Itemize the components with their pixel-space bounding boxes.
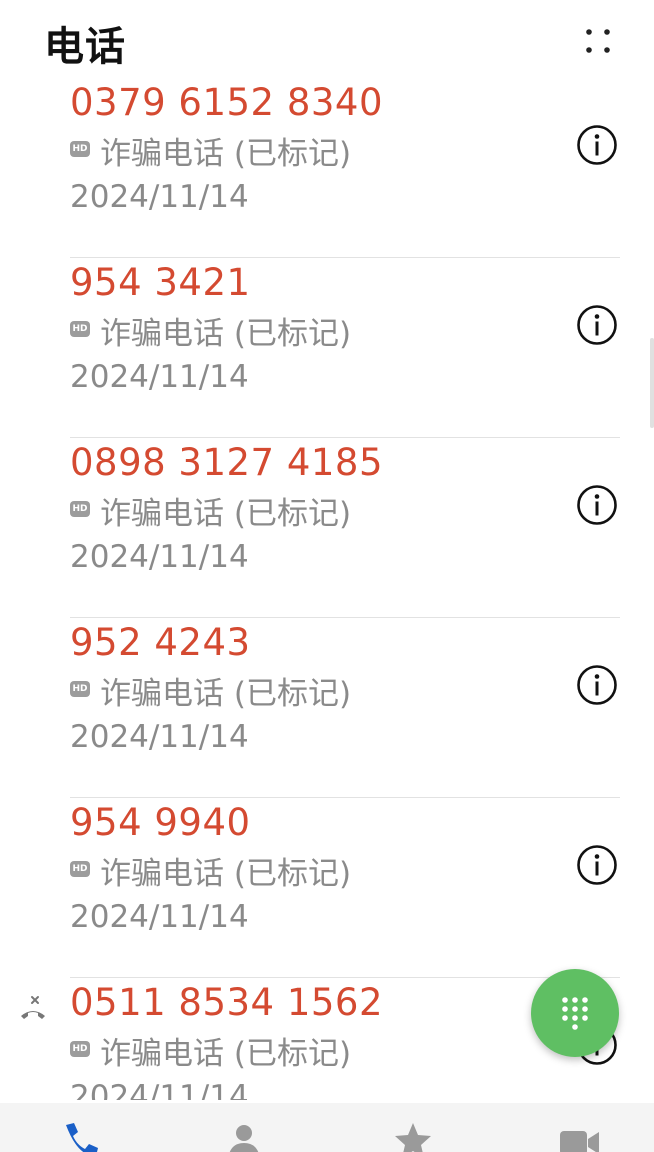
hd-badge: HD (70, 501, 90, 517)
call-log-item[interactable]: 0898 3127 4185 HD 诈骗电话 (已标记) 2024/11/14 (0, 438, 654, 618)
phone-number: 0379 6152 8340 (70, 81, 384, 124)
hd-badge: HD (70, 681, 90, 697)
call-log-item[interactable]: 952 4243 HD 诈骗电话 (已标记) 2024/11/14 (0, 618, 654, 798)
info-icon[interactable] (575, 123, 619, 167)
dialpad-icon (562, 997, 588, 1030)
dialpad-button[interactable] (531, 969, 619, 1057)
info-icon[interactable] (575, 483, 619, 527)
call-date: 2024/11/14 (70, 899, 249, 935)
phone-number: 954 3421 (70, 261, 251, 304)
call-date: 2024/11/14 (70, 179, 249, 215)
more-dots-icon[interactable] (576, 20, 620, 64)
call-label: 诈骗电话 (已标记) (100, 676, 352, 712)
hd-badge: HD (70, 861, 90, 877)
missed-call-icon (18, 994, 48, 1024)
call-date: 2024/11/14 (70, 719, 249, 755)
phone-number: 0898 3127 4185 (70, 441, 384, 484)
video-call-icon[interactable] (557, 1119, 601, 1152)
hd-badge: HD (70, 1041, 90, 1057)
info-icon[interactable] (575, 663, 619, 707)
call-date: 2024/11/14 (70, 359, 249, 395)
hd-badge: HD (70, 141, 90, 157)
favorites-icon[interactable] (391, 1119, 435, 1152)
call-label: 诈骗电话 (已标记) (100, 316, 352, 352)
phone-number: 0511 8534 1562 (70, 981, 384, 1024)
call-label: 诈骗电话 (已标记) (100, 1036, 352, 1072)
call-log-item[interactable]: 954 3421 HD 诈骗电话 (已标记) 2024/11/14 (0, 258, 654, 438)
scroll-indicator[interactable] (650, 338, 654, 428)
hd-badge: HD (70, 321, 90, 337)
call-label: 诈骗电话 (已标记) (100, 856, 352, 892)
call-log-item[interactable]: 0379 6152 8340 HD 诈骗电话 (已标记) 2024/11/14 (0, 78, 654, 258)
phone-icon[interactable] (58, 1119, 102, 1152)
info-icon[interactable] (575, 303, 619, 347)
bottom-tab-bar (0, 1103, 654, 1152)
call-log-list: 0379 6152 8340 HD 诈骗电话 (已标记) 2024/11/14 … (0, 0, 654, 1100)
phone-number: 954 9940 (70, 801, 251, 844)
call-date: 2024/11/14 (70, 1079, 249, 1100)
call-date: 2024/11/14 (70, 539, 249, 575)
call-label: 诈骗电话 (已标记) (100, 136, 352, 172)
app-header: 电话 (0, 0, 654, 86)
call-log-item[interactable]: 954 9940 HD 诈骗电话 (已标记) 2024/11/14 (0, 798, 654, 978)
info-icon[interactable] (575, 843, 619, 887)
call-label: 诈骗电话 (已标记) (100, 496, 352, 532)
page-title: 电话 (44, 24, 126, 70)
phone-number: 952 4243 (70, 621, 251, 664)
contacts-icon[interactable] (222, 1119, 266, 1152)
